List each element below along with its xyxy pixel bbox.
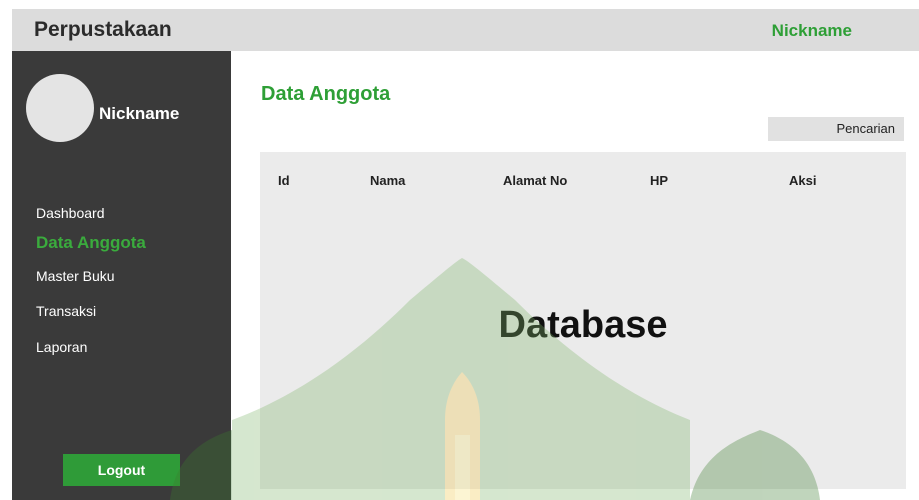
sidebar-item-laporan[interactable]: Laporan (36, 339, 87, 355)
main-content: Data Anggota Pencarian Id Nama Alamat No… (231, 51, 919, 500)
column-header-aksi: Aksi (789, 173, 817, 188)
logout-button[interactable]: Logout (63, 454, 180, 486)
database-placeholder: Database (498, 304, 668, 346)
sidebar-item-dashboard[interactable]: Dashboard (36, 205, 105, 221)
members-table: Id Nama Alamat No HP Aksi Database (260, 152, 906, 489)
column-header-alamat-no: Alamat No (503, 173, 568, 188)
avatar (26, 74, 94, 142)
column-header-nama: Nama (370, 173, 406, 188)
page-title: Data Anggota (261, 83, 391, 105)
column-header-hp: HP (650, 173, 669, 188)
left-margin (0, 0, 12, 500)
search-button[interactable]: Pencarian (768, 117, 904, 141)
column-header-id: Id (278, 173, 290, 188)
sidebar-item-transaksi[interactable]: Transaksi (36, 303, 96, 319)
sidebar-nickname: Nickname (99, 104, 180, 123)
sidebar-item-data-anggota[interactable]: Data Anggota (36, 233, 146, 253)
app-title: Perpustakaan (34, 18, 172, 41)
sidebar: Nickname Dashboard Data Anggota Master B… (12, 51, 231, 500)
top-bar: Perpustakaan Nickname (12, 9, 919, 51)
app-window: Perpustakaan Nickname Nickname Dashboard… (0, 0, 919, 500)
sidebar-item-master-buku[interactable]: Master Buku (36, 268, 115, 284)
top-nickname-link[interactable]: Nickname (772, 21, 852, 41)
